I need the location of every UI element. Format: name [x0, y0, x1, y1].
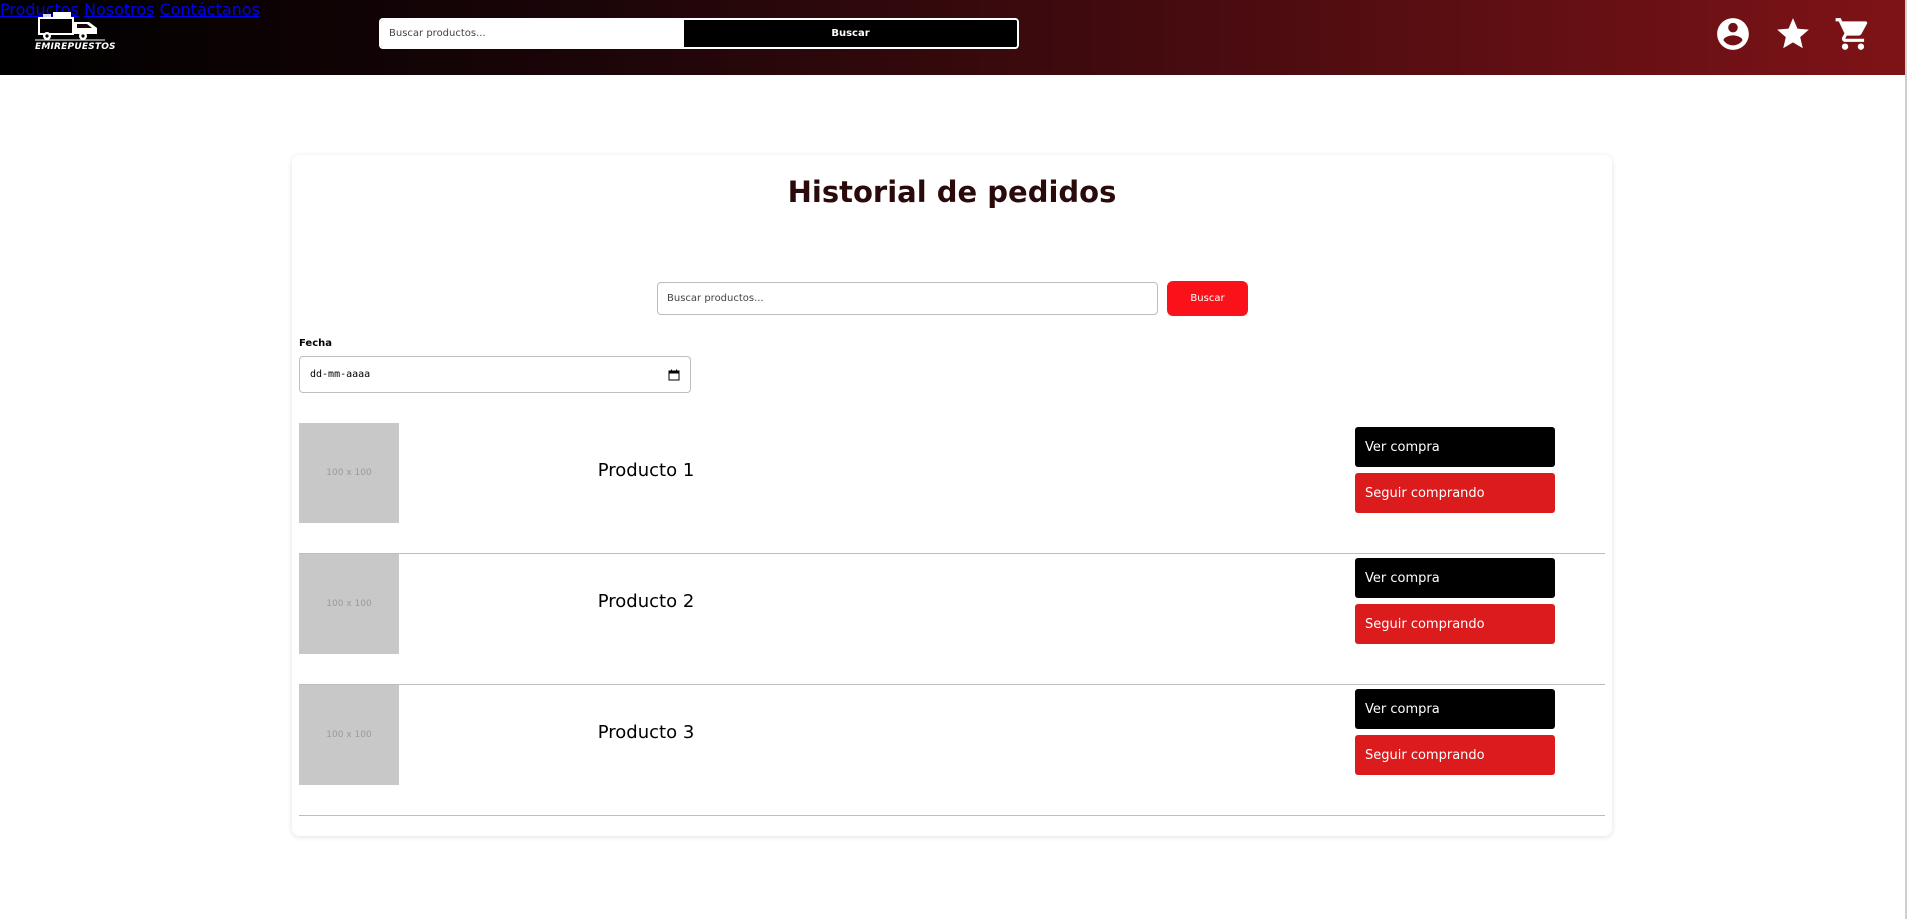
order-history-card: Historial de pedidos Buscar Fecha dd-mm-…: [292, 155, 1612, 836]
continue-shopping-button[interactable]: Seguir comprando: [1355, 735, 1555, 775]
order-row: 100 x 100 Producto 1 Ver compra Seguir c…: [299, 423, 1605, 554]
product-image-placeholder: 100 x 100: [299, 685, 399, 785]
truck-logo-icon: [35, 12, 105, 41]
date-filter-input[interactable]: dd-mm-aaaa: [299, 356, 691, 393]
brand-wordmark: EMIREPUESTOS: [35, 42, 116, 52]
account-icon[interactable]: [1714, 15, 1752, 53]
order-search-button[interactable]: Buscar: [1167, 281, 1248, 316]
calendar-icon[interactable]: [668, 369, 680, 381]
brand-logo[interactable]: EMIREPUESTOS: [33, 10, 116, 54]
order-row: 100 x 100 Producto 2 Ver compra Seguir c…: [299, 554, 1605, 685]
product-name: Producto 3: [597, 722, 695, 743]
product-name: Producto 2: [597, 591, 695, 612]
product-image-placeholder: 100 x 100: [299, 554, 399, 654]
page-title: Historial de pedidos: [787, 175, 1117, 209]
view-purchase-button[interactable]: Ver compra: [1355, 427, 1555, 467]
product-name: Producto 1: [597, 460, 695, 481]
product-image-placeholder: 100 x 100: [299, 423, 399, 523]
view-purchase-button[interactable]: Ver compra: [1355, 689, 1555, 729]
view-purchase-button[interactable]: Ver compra: [1355, 558, 1555, 598]
top-navbar: EMIREPUESTOS Buscar Productos Nosotros C…: [0, 0, 1905, 75]
date-filter-label: Fecha: [299, 338, 333, 349]
order-row: 100 x 100 Producto 3 Ver compra Seguir c…: [299, 685, 1605, 816]
image-size-label: 100 x 100: [326, 468, 372, 478]
header-search-input[interactable]: [381, 20, 684, 47]
header-search-bar: Buscar: [379, 18, 1019, 49]
main-nav: Productos Nosotros Contáctanos: [0, 0, 1905, 19]
order-search-input[interactable]: [657, 282, 1158, 315]
header-search-button[interactable]: Buscar: [684, 20, 1017, 47]
continue-shopping-button[interactable]: Seguir comprando: [1355, 473, 1555, 513]
image-size-label: 100 x 100: [326, 730, 372, 740]
star-icon[interactable]: [1774, 15, 1812, 53]
cart-icon[interactable]: [1834, 15, 1872, 53]
date-filter-value: dd-mm-aaaa: [310, 369, 371, 380]
nav-link-contactanos[interactable]: Contáctanos: [160, 0, 260, 19]
image-size-label: 100 x 100: [326, 599, 372, 609]
continue-shopping-button[interactable]: Seguir comprando: [1355, 604, 1555, 644]
